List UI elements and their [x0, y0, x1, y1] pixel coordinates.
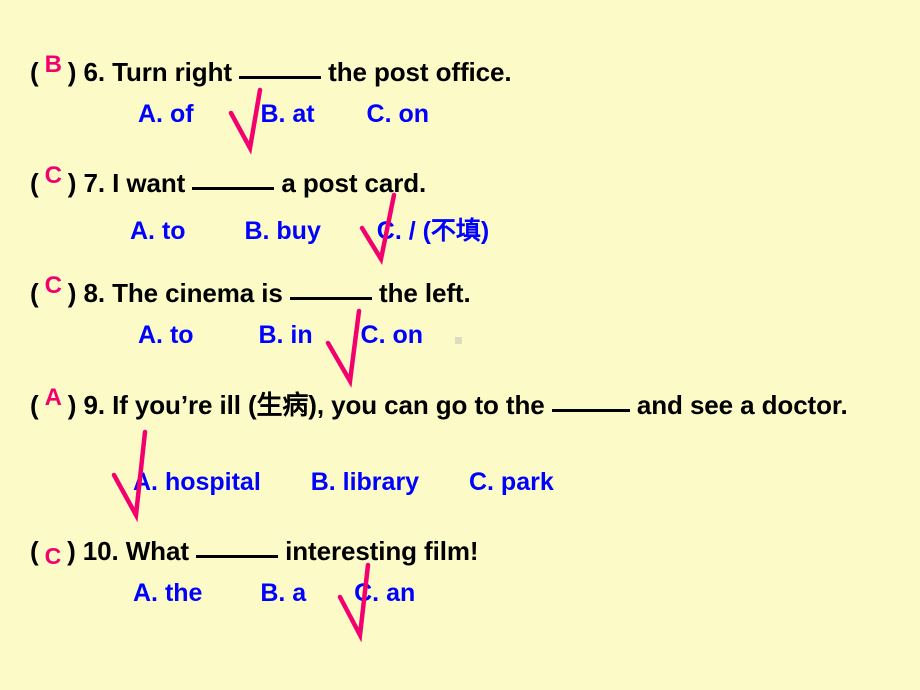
- question-8: (C) 8. The cinema is the left. A. to B. …: [0, 272, 920, 388]
- question-8-stem: (C) 8. The cinema is the left.: [30, 272, 920, 309]
- question-10-option-b[interactable]: B. a: [260, 579, 306, 608]
- question-10-stem-before: What: [125, 536, 189, 566]
- question-6-stem-after: the post office.: [328, 57, 512, 87]
- question-10: (C) 10. What interesting film! A. the B.…: [0, 535, 920, 643]
- question-10-number: 10.: [82, 536, 119, 566]
- question-6: (B) 6. Turn right the post office. A. of…: [0, 51, 920, 155]
- question-6-stem-before: Turn right: [112, 57, 232, 87]
- question-7-number: 7.: [83, 168, 105, 198]
- question-8-stem-after: the left.: [379, 278, 471, 308]
- question-9-option-c[interactable]: C. park: [469, 468, 554, 497]
- question-7: (C) 7. I want a post card. A. to B. buy …: [0, 162, 920, 266]
- close-paren: ): [67, 57, 77, 87]
- open-paren: (: [30, 390, 39, 420]
- open-paren: (: [30, 168, 39, 198]
- question-9-options: A. hospital B. library C. park: [133, 468, 554, 497]
- question-10-option-a[interactable]: A. the: [133, 579, 202, 608]
- question-10-options: A. the B. a C. an: [133, 579, 415, 608]
- question-6-option-a[interactable]: A. of: [138, 100, 194, 129]
- close-paren: ): [67, 278, 77, 308]
- question-9-option-b[interactable]: B. library: [311, 468, 419, 497]
- question-8-option-b[interactable]: B. in: [258, 321, 312, 350]
- stray-gray-dot: [455, 337, 462, 344]
- close-paren: ): [67, 536, 76, 566]
- close-paren: ): [67, 168, 77, 198]
- question-7-answer[interactable]: C: [39, 162, 68, 190]
- question-10-stem: (C) 10. What interesting film!: [30, 535, 920, 570]
- question-7-options: A. to B. buy C. / (不填): [130, 211, 489, 247]
- question-7-stem-after: a post card.: [281, 168, 427, 198]
- question-7-option-c[interactable]: C. / (不填): [377, 211, 490, 247]
- question-7-blank: [192, 167, 275, 190]
- question-7-option-b[interactable]: B. buy: [244, 217, 320, 246]
- question-9-blank: [551, 389, 630, 412]
- question-10-stem-after: interesting film!: [285, 536, 479, 566]
- question-10-blank: [196, 535, 278, 558]
- question-9-stem: (A) 9. If you’re ill (生病), you can go to…: [30, 384, 890, 421]
- question-9-option-a[interactable]: A. hospital: [133, 468, 261, 497]
- question-8-stem-before: The cinema is: [112, 278, 283, 308]
- question-7-stem: (C) 7. I want a post card.: [30, 162, 920, 199]
- worksheet-slide: (B) 6. Turn right the post office. A. of…: [0, 0, 920, 690]
- question-6-option-c[interactable]: C. on: [367, 100, 430, 129]
- question-8-option-a[interactable]: A. to: [138, 321, 194, 350]
- question-8-blank: [289, 277, 372, 300]
- question-6-blank: [239, 56, 322, 79]
- open-paren: (: [30, 57, 39, 87]
- question-6-options: A. of B. at C. on: [138, 100, 429, 129]
- question-10-answer[interactable]: C: [39, 543, 68, 570]
- question-6-option-b[interactable]: B. at: [260, 100, 314, 129]
- question-9-number: 9.: [83, 390, 105, 420]
- question-7-option-a[interactable]: A. to: [130, 217, 186, 246]
- question-7-stem-before: I want: [112, 168, 186, 198]
- question-6-answer[interactable]: B: [39, 51, 68, 79]
- question-9-stem-after: and see a doctor.: [636, 390, 848, 420]
- question-9-answer[interactable]: A: [39, 383, 68, 412]
- question-8-number: 8.: [83, 278, 105, 308]
- close-paren: ): [67, 390, 77, 420]
- question-8-option-c[interactable]: C. on: [361, 321, 424, 350]
- question-9-stem-before: If you’re ill (生病), you can go to the: [112, 390, 545, 420]
- question-8-options: A. to B. in C. on: [138, 321, 423, 350]
- question-6-stem: (B) 6. Turn right the post office.: [30, 51, 920, 88]
- open-paren: (: [30, 536, 39, 566]
- question-9: (A) 9. If you’re ill (生病), you can go to…: [0, 384, 920, 523]
- question-8-answer[interactable]: C: [39, 272, 68, 300]
- question-10-option-c[interactable]: C. an: [354, 579, 415, 608]
- open-paren: (: [30, 278, 39, 308]
- question-6-number: 6.: [83, 57, 105, 87]
